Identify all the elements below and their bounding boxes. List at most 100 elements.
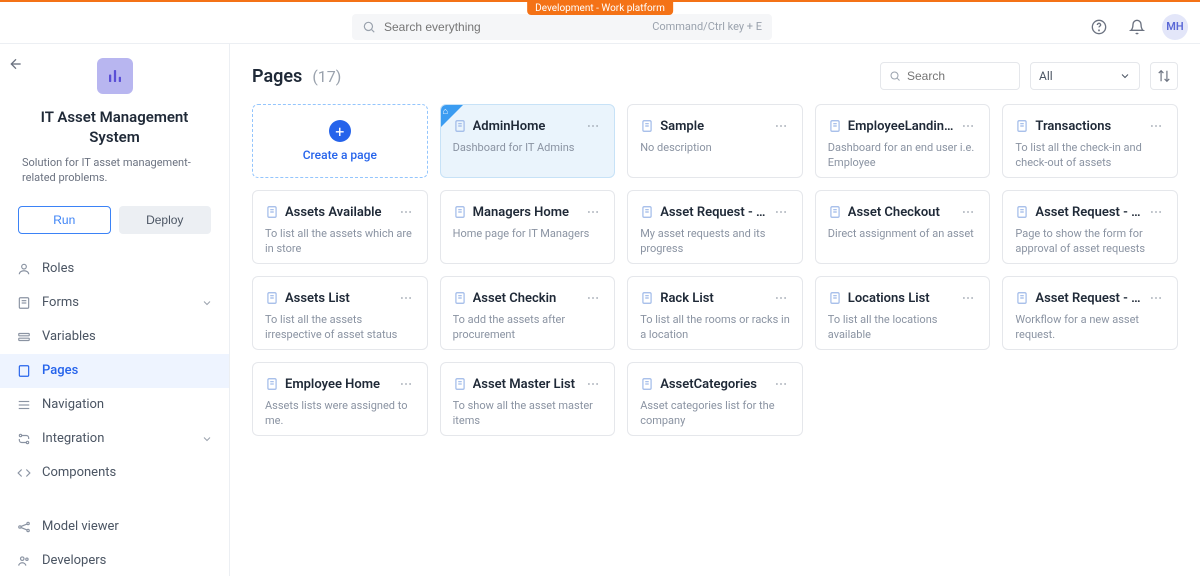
card-menu-button[interactable]	[959, 203, 977, 221]
card-menu-button[interactable]	[772, 117, 790, 135]
card-menu-button[interactable]	[772, 289, 790, 307]
main-content: Pages (17) All + Create a page AdminHome…	[230, 44, 1200, 576]
page-count: (17)	[312, 67, 341, 86]
card-menu-button[interactable]	[1147, 203, 1165, 221]
search-icon	[889, 70, 901, 82]
form-icon	[16, 295, 32, 311]
filter-search-input[interactable]	[907, 69, 1011, 83]
page-card[interactable]: Assets AvailableTo list all the assets w…	[252, 190, 428, 264]
card-menu-button[interactable]	[397, 203, 415, 221]
page-card[interactable]: TransactionsTo list all the check-in and…	[1002, 104, 1178, 178]
back-button[interactable]	[8, 56, 24, 72]
create-label: Create a page	[303, 148, 377, 162]
deploy-button[interactable]: Deploy	[119, 206, 212, 234]
page-icon	[640, 377, 654, 391]
app-title: IT Asset Management System	[18, 108, 211, 147]
card-menu-button[interactable]	[584, 117, 602, 135]
global-search[interactable]: Command/Ctrl key + E	[352, 14, 772, 40]
page-icon	[828, 291, 842, 305]
card-description: To list all the locations available	[828, 313, 978, 343]
card-menu-button[interactable]	[959, 117, 977, 135]
page-card[interactable]: AssetCategoriesAsset categories list for…	[627, 362, 803, 436]
page-icon	[1015, 119, 1029, 133]
card-menu-button[interactable]	[584, 375, 602, 393]
page-card[interactable]: Locations List To list all the locations …	[815, 276, 991, 350]
nav-label: Model viewer	[42, 519, 119, 534]
card-menu-button[interactable]	[584, 203, 602, 221]
page-card[interactable]: Employee HomeAssets lists were assigned …	[252, 362, 428, 436]
nav-item-developers[interactable]: Developers	[0, 544, 229, 576]
run-button[interactable]: Run	[18, 206, 111, 234]
card-menu-button[interactable]	[584, 289, 602, 307]
developers-icon	[16, 553, 32, 569]
nav-item-navigation[interactable]: Navigation	[0, 388, 229, 422]
page-card[interactable]: Asset Master ListTo show all the asset m…	[440, 362, 616, 436]
code-icon	[16, 465, 32, 481]
card-title: Asset Request - My I...	[660, 205, 766, 220]
card-title: Asset Request - Ne...	[1035, 291, 1141, 306]
card-title: Asset Checkin	[473, 291, 557, 306]
filter-select[interactable]: All	[1030, 62, 1140, 90]
nav-label: Variables	[42, 329, 96, 344]
user-icon	[16, 261, 32, 277]
help-button[interactable]	[1086, 14, 1112, 40]
notifications-button[interactable]	[1124, 14, 1150, 40]
nav-item-model-viewer[interactable]: Model viewer	[0, 510, 229, 544]
page-title: Pages	[252, 66, 302, 87]
nav-item-components[interactable]: Components	[0, 456, 229, 490]
nav-item-variables[interactable]: Variables	[0, 320, 229, 354]
sidebar: IT Asset Management System Solution for …	[0, 44, 230, 576]
user-avatar[interactable]: MH	[1162, 14, 1188, 40]
card-menu-button[interactable]	[772, 375, 790, 393]
page-card[interactable]: Rack ListTo list all the rooms or racks …	[627, 276, 803, 350]
card-menu-button[interactable]	[772, 203, 790, 221]
nav-label: Roles	[42, 261, 74, 276]
page-card[interactable]: Asset Request - My ...Page to show the f…	[1002, 190, 1178, 264]
app-description: Solution for IT asset management-related…	[18, 155, 211, 186]
card-title: Assets List	[285, 291, 350, 306]
card-menu-button[interactable]	[397, 289, 415, 307]
card-description: To list all the rooms or racks in a loca…	[640, 313, 790, 343]
page-icon	[265, 377, 279, 391]
card-description: Home page for IT Managers	[453, 227, 603, 242]
page-card[interactable]: Assets ListTo list all the assets irresp…	[252, 276, 428, 350]
card-title: Managers Home	[473, 205, 569, 220]
sort-button[interactable]	[1150, 62, 1178, 90]
card-description: Dashboard for IT Admins	[453, 141, 603, 156]
page-card[interactable]: Asset CheckoutDirect assignment of an as…	[815, 190, 991, 264]
page-card[interactable]: EmployeeLandingPa... Dashboard for an end…	[815, 104, 991, 178]
chevron-down-icon	[1119, 70, 1131, 82]
card-menu-button[interactable]	[959, 289, 977, 307]
page-icon	[1015, 291, 1029, 305]
nav-label: Integration	[42, 431, 104, 446]
nav-item-integration[interactable]: Integration	[0, 422, 229, 456]
chevron-down-icon	[201, 297, 213, 309]
nav-item-pages[interactable]: Pages	[0, 354, 229, 388]
page-card[interactable]: Managers Home Home page for IT Managers	[440, 190, 616, 264]
nav-label: Forms	[42, 295, 79, 310]
page-icon	[16, 363, 32, 379]
page-icon	[640, 205, 654, 219]
page-icon	[453, 205, 467, 219]
card-menu-button[interactable]	[1147, 117, 1165, 135]
page-card[interactable]: AdminHomeDashboard for IT Admins	[440, 104, 616, 178]
page-icon	[640, 119, 654, 133]
nav-label: Developers	[42, 553, 106, 568]
card-description: Dashboard for an end user i.e. Employee	[828, 141, 978, 171]
nav-item-forms[interactable]: Forms	[0, 286, 229, 320]
global-search-input[interactable]	[384, 20, 644, 34]
card-title: EmployeeLandingPa...	[848, 119, 954, 134]
nav-item-roles[interactable]: Roles	[0, 252, 229, 286]
page-card[interactable]: SampleNo description	[627, 104, 803, 178]
filter-search[interactable]	[880, 62, 1020, 90]
page-card[interactable]: Asset Request - My I...My asset requests…	[627, 190, 803, 264]
card-menu-button[interactable]	[1147, 289, 1165, 307]
page-card[interactable]: Asset Request - Ne...Workflow for a new …	[1002, 276, 1178, 350]
search-hint: Command/Ctrl key + E	[652, 20, 762, 33]
page-card[interactable]: Asset CheckinTo add the assets after pro…	[440, 276, 616, 350]
card-title: Locations List	[848, 291, 930, 306]
create-page-card[interactable]: + Create a page	[252, 104, 428, 178]
page-icon	[828, 119, 842, 133]
card-menu-button[interactable]	[397, 375, 415, 393]
nav-label: Navigation	[42, 397, 104, 412]
